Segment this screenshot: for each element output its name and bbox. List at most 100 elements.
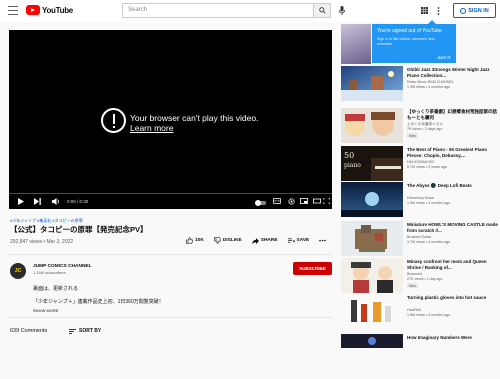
channel-avatar[interactable]: JC <box>10 263 26 279</box>
miniplayer-icon[interactable] <box>300 198 308 204</box>
video-title: 【公式】タコピーの原罪【発売記念PV】 <box>10 225 148 234</box>
more-horizontal-icon[interactable] <box>319 239 327 242</box>
description-line: 「少年ジャンプ＋」連載作品史上初、1日360万閲覧突破！ <box>33 299 164 305</box>
related-channel: Brushed Guitar <box>407 235 432 239</box>
got-it-button[interactable]: GOT IT <box>438 55 451 60</box>
logo-text: YouTube <box>42 5 73 15</box>
youtube-logo[interactable]: YouTube <box>26 5 73 15</box>
related-title: Ghibli Jazz 3Snongs Winter Night Jazz Pi… <box>407 67 490 78</box>
share-label: SHARE <box>260 238 278 243</box>
video-player[interactable]: Your browser can't play this video. Lear… <box>9 30 332 209</box>
time-display: 0:00 / 0:30 <box>67 199 89 204</box>
top-bar: YouTube Search SIGN IN <box>0 0 500 22</box>
sign-in-button[interactable]: SIGN IN <box>453 3 496 18</box>
related-title: The Best of Piano - 50 Greatest Piano Pi… <box>407 147 488 158</box>
user-icon <box>460 7 467 14</box>
related-meta: 1.8M views • 6 months ago <box>407 313 451 317</box>
error-message: Your browser can't play this video. <box>130 113 259 123</box>
autoplay-toggle[interactable] <box>255 200 266 206</box>
dislike-label: DISLIKE <box>222 238 242 243</box>
share-icon <box>251 237 259 244</box>
related-channel: HALIDONMUSIC <box>407 160 435 164</box>
play-logo-icon <box>26 5 40 15</box>
learn-more-link[interactable]: Learn more <box>130 123 258 133</box>
new-badge: New <box>407 283 418 288</box>
description-line: 裏面は、更新される <box>33 286 79 292</box>
svg-text:50: 50 <box>344 151 354 160</box>
related-meta: 3.7M views • 4 months ago <box>407 240 451 244</box>
video-thumbnail <box>341 334 403 348</box>
save-label: SAVE <box>296 238 310 243</box>
video-thumbnail <box>341 66 403 101</box>
related-meta: 27K views • 1 day ago <box>407 277 443 281</box>
video-thumbnail <box>341 221 403 256</box>
sort-label: SORT BY <box>79 328 102 334</box>
settings-icon[interactable] <box>288 198 295 205</box>
tooltip-title: You're signed out of YouTube <box>377 28 442 34</box>
video-thumbnail <box>341 108 403 143</box>
related-title: How Imaginary Numbers Were <box>407 335 472 340</box>
like-count: 10K <box>195 238 204 243</box>
avatar-text: JC <box>14 268 22 274</box>
related-channel: Dreamhop Music <box>407 196 435 200</box>
thumbs-up-icon <box>186 237 193 244</box>
save-button[interactable]: SAVE <box>287 238 310 244</box>
sort-by-button[interactable]: SORT BY <box>69 328 101 334</box>
captions-icon[interactable] <box>273 198 281 204</box>
related-meta: 1.9M views • 4 months ago <box>407 85 451 89</box>
player-error: Your browser can't play this video. Lear… <box>130 113 258 133</box>
search-button[interactable] <box>313 3 331 18</box>
show-more-button[interactable]: SHOW MORE <box>33 308 59 313</box>
progress-bar[interactable] <box>9 193 332 194</box>
related-video[interactable]: Turning plastic gloves into hot sauce Ho… <box>341 294 499 339</box>
related-title: Miniature HOWL'S MOVING CASTLE made from… <box>407 222 498 233</box>
related-video[interactable]: How Imaginary Numbers Were <box>341 334 499 379</box>
apps-grid-icon[interactable] <box>421 7 428 14</box>
related-title: Minasy confront her mom and Queen Shrine… <box>407 259 487 270</box>
dislike-button[interactable]: DISLIKE <box>214 237 242 244</box>
subscriber-count: 1.15M subscribers <box>33 270 66 275</box>
video-thumbnail <box>341 258 403 293</box>
like-button[interactable]: 10K <box>186 237 204 244</box>
error-icon <box>101 108 126 133</box>
subscribe-button[interactable]: SUBSCRIBE <box>293 262 332 275</box>
related-meta: 1.9M views • 4 months ago <box>407 201 451 205</box>
search-input[interactable]: Search <box>122 3 327 18</box>
video-actions: 10K DISLIKE SHARE SAVE <box>186 237 327 244</box>
divider <box>9 254 332 255</box>
related-title: The Abyss 🌑 Deep Lofi Beats <box>407 183 472 188</box>
menu-icon[interactable] <box>8 6 18 15</box>
related-video[interactable]: Ghibli Jazz 3Snongs Winter Night Jazz Pi… <box>341 66 499 111</box>
thumbs-down-icon <box>214 237 221 244</box>
related-channel: Relax Music BGM CHANNEL <box>407 80 454 84</box>
related-meta: 7K views • 2 days ago <box>407 127 443 131</box>
related-title: Turning plastic gloves into hot sauce <box>407 295 487 300</box>
view-count-date: 292,847 views • Mar 3, 2022 <box>10 239 74 245</box>
play-icon[interactable] <box>18 198 24 205</box>
related-channel: Beaworld <box>407 272 422 276</box>
comment-count: 639 Comments <box>10 328 48 334</box>
theater-mode-icon[interactable] <box>313 198 321 204</box>
volume-icon[interactable] <box>52 198 60 205</box>
next-icon[interactable] <box>34 198 41 205</box>
related-channel: HowRelt <box>407 308 421 312</box>
divider <box>9 317 332 318</box>
search-icon <box>318 7 326 14</box>
microphone-icon[interactable] <box>339 6 345 15</box>
ad-thumbnail[interactable] <box>341 24 371 64</box>
share-button[interactable]: SHARE <box>251 237 278 244</box>
signed-out-tooltip: You're signed out of YouTube Sign in to … <box>372 20 456 63</box>
video-thumbnail <box>341 294 403 329</box>
related-title: 【ゆっくり茶番劇】幻想郷食材荒独話第の話もーとも麗司 <box>407 109 497 120</box>
fullscreen-icon[interactable] <box>323 198 330 204</box>
more-vertical-icon[interactable] <box>437 7 440 15</box>
video-thumbnail: 50 piano <box>341 146 403 181</box>
related-meta: 5.7M views • 2 years ago <box>407 165 448 169</box>
svg-text:piano: piano <box>344 162 361 169</box>
channel-name[interactable]: JUMP COMICS CHANNEL <box>33 264 92 269</box>
sign-in-label: SIGN IN <box>468 7 489 14</box>
sort-icon <box>69 328 76 334</box>
tooltip-body: Sign in to like videos, comment, and sub… <box>377 37 435 46</box>
save-playlist-icon <box>287 238 295 243</box>
video-thumbnail <box>341 182 403 217</box>
